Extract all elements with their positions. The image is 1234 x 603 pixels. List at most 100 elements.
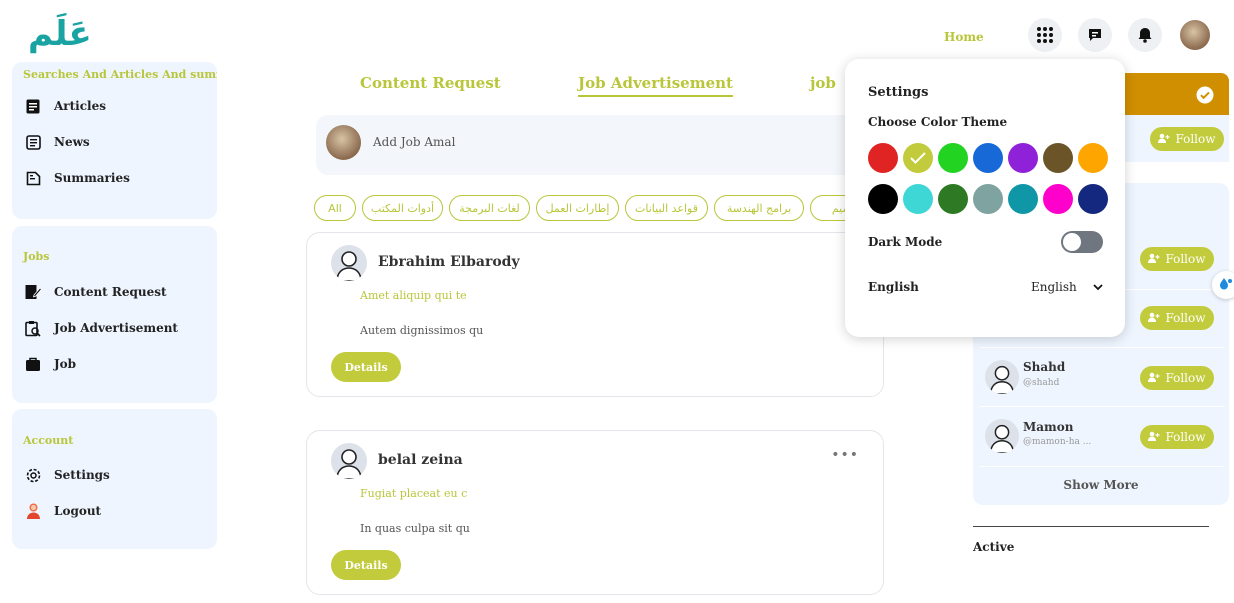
filter-chip-all[interactable]: All	[314, 195, 356, 221]
bell-icon	[1138, 28, 1152, 43]
avatar[interactable]	[331, 443, 367, 479]
home-link[interactable]: Home	[944, 30, 984, 44]
avatar[interactable]	[985, 419, 1019, 453]
language-value: English	[1031, 280, 1077, 294]
add-user-icon	[1148, 430, 1160, 444]
sidebar-heading-content: Searches And Articles And summ…	[23, 68, 217, 81]
filter-chip[interactable]: أدوات المكتب	[362, 195, 443, 221]
sidebar-item-articles[interactable]: Articles	[12, 88, 217, 124]
post-menu-button[interactable]: •••	[831, 447, 859, 463]
content-request-icon	[24, 283, 42, 301]
suggestion-name[interactable]: Mamon	[1023, 420, 1073, 434]
filter-chip[interactable]: برامج الهندسة	[714, 195, 804, 221]
avatar[interactable]	[331, 245, 367, 281]
dark-mode-toggle[interactable]	[1061, 231, 1103, 253]
add-user-icon	[1148, 371, 1160, 385]
follow-button[interactable]: Follow	[1140, 366, 1214, 390]
sidebar-item-settings[interactable]: Settings	[12, 457, 217, 493]
avatar[interactable]	[985, 360, 1019, 394]
color-swatch-green[interactable]	[938, 143, 968, 173]
tab-content-request[interactable]: Content Request	[360, 74, 501, 92]
gear-icon	[24, 466, 42, 484]
suggestion-name[interactable]: Shahd	[1023, 360, 1065, 374]
follow-label: Follow	[1165, 311, 1206, 325]
sidebar-item-job[interactable]: Job	[12, 346, 217, 382]
add-user-icon	[1158, 132, 1170, 146]
messages-button[interactable]	[1078, 18, 1112, 52]
apps-grid-icon	[1037, 27, 1053, 43]
sidebar-item-content-request[interactable]: Content Request	[12, 274, 217, 310]
suggestion-handle: @shahd	[1023, 378, 1060, 388]
color-swatch-gray-teal[interactable]	[973, 184, 1003, 214]
verified-check-icon	[1196, 86, 1214, 108]
tab-job-advertisement[interactable]: Job Advertisement	[578, 74, 733, 97]
show-more-button[interactable]: Show More	[973, 478, 1229, 492]
color-theme-label: Choose Color Theme	[868, 115, 1008, 129]
sidebar-item-logout[interactable]: Logout	[12, 493, 217, 529]
dark-mode-label: Dark Mode	[868, 235, 943, 249]
color-swatch-cyan[interactable]	[903, 184, 933, 214]
color-swatch-navy[interactable]	[1078, 184, 1108, 214]
details-button[interactable]: Details	[331, 352, 401, 382]
post-card: belal zeina ••• Fugiat placeat eu c In q…	[306, 430, 884, 595]
follow-label: Follow	[1165, 371, 1206, 385]
post-author[interactable]: belal zeina	[378, 452, 463, 468]
filter-chip[interactable]: إطارات العمل	[536, 195, 619, 221]
app-logo[interactable]: عَلَم	[28, 14, 92, 54]
add-post-placeholder: Add Job Amal	[373, 135, 456, 149]
color-swatch-orange[interactable]	[1078, 143, 1108, 173]
filter-chip[interactable]: قواعد البيانات	[625, 195, 708, 221]
color-swatch-magenta[interactable]	[1043, 184, 1073, 214]
language-label: English	[868, 280, 919, 294]
color-swatch-dark-green[interactable]	[938, 184, 968, 214]
sidebar-item-news[interactable]: News	[12, 124, 217, 160]
divider	[973, 526, 1209, 527]
post-subtitle: Amet aliquip qui te	[360, 289, 467, 302]
divider	[980, 406, 1225, 407]
floating-theme-button[interactable]	[1212, 271, 1234, 299]
sidebar-item-label: News	[54, 135, 90, 149]
sidebar-item-label: Job Advertisement	[54, 321, 178, 335]
user-avatar[interactable]	[1180, 20, 1210, 50]
color-swatch-red[interactable]	[868, 143, 898, 173]
sidebar-item-label: Settings	[54, 468, 110, 482]
color-drop-icon	[1219, 276, 1233, 295]
sidebar-heading-jobs: Jobs	[23, 250, 50, 263]
sidebar-item-job-advertisement[interactable]: Job Advertisement	[12, 310, 217, 346]
language-select[interactable]: English	[1031, 276, 1103, 298]
color-swatch-brown[interactable]	[1043, 143, 1073, 173]
sidebar-section-content: Searches And Articles And summ… Articles…	[12, 62, 217, 219]
follow-label: Follow	[1175, 132, 1216, 146]
tab-job[interactable]: job	[810, 74, 836, 92]
follow-button[interactable]: Follow	[1140, 306, 1214, 330]
color-swatch-teal[interactable]	[1008, 184, 1038, 214]
suggestion-handle: @mamon-ha ...	[1023, 437, 1092, 447]
follow-button[interactable]: Follow	[1140, 425, 1214, 449]
sidebar-item-summaries[interactable]: Summaries	[12, 160, 217, 196]
post-body: In quas culpa sit qu	[360, 522, 470, 535]
follow-button[interactable]: Follow	[1150, 127, 1224, 151]
job-advertisement-icon	[24, 319, 42, 337]
follow-button[interactable]: Follow	[1140, 247, 1214, 271]
notifications-button[interactable]	[1128, 18, 1162, 52]
add-user-icon	[1148, 252, 1160, 266]
post-body: Autem dignissimos qu	[360, 324, 484, 337]
apps-grid-button[interactable]	[1028, 18, 1062, 52]
post-author[interactable]: Ebrahim Elbarody	[378, 254, 520, 270]
add-post-box[interactable]: Add Job Amal	[316, 115, 876, 175]
category-filters: All أدوات المكتب لغات البرمجة إطارات الع…	[314, 195, 854, 221]
sidebar-section-jobs: Jobs Content Request Job Advertisement J…	[12, 226, 217, 403]
color-swatch-purple[interactable]	[1008, 143, 1038, 173]
add-user-icon	[1148, 311, 1160, 325]
news-icon	[24, 133, 42, 151]
color-swatch-olive-selected[interactable]	[903, 143, 933, 173]
details-button[interactable]: Details	[331, 550, 401, 580]
briefcase-icon	[24, 355, 42, 373]
filter-chip[interactable]: لغات البرمجة	[449, 195, 530, 221]
post-subtitle: Fugiat placeat eu c	[360, 487, 468, 500]
chat-icon	[1089, 29, 1101, 41]
avatar	[326, 125, 361, 160]
settings-panel: Settings Choose Color Theme Dark Mode En…	[845, 59, 1125, 337]
color-swatch-blue[interactable]	[973, 143, 1003, 173]
color-swatch-black[interactable]	[868, 184, 898, 214]
